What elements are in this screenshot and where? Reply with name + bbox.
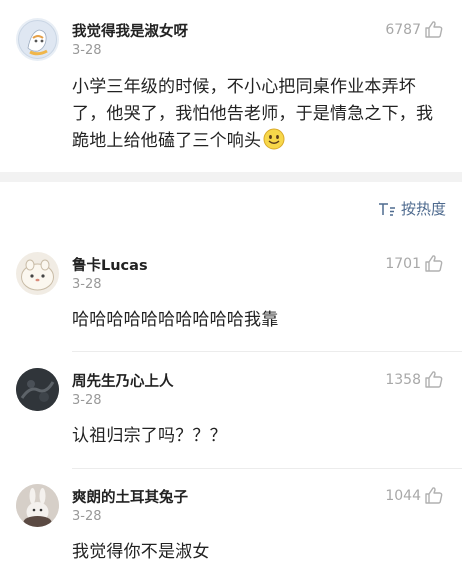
sort-icon xyxy=(378,202,395,216)
main-comment: 我觉得我是淑女呀 3-28 6787 小学三年级的时候，不小心把同桌作业本弄坏了… xyxy=(0,0,462,172)
avatar[interactable] xyxy=(16,368,59,411)
like-count: 1701 xyxy=(385,255,421,272)
avatar[interactable] xyxy=(16,18,59,61)
username[interactable]: 周先生乃心上人 xyxy=(72,370,174,391)
avatar-image xyxy=(16,368,59,411)
avatar[interactable] xyxy=(16,252,59,295)
avatar[interactable] xyxy=(16,484,59,527)
thumbs-up-icon xyxy=(425,487,443,504)
comment-text: 小学三年级的时候，不小心把同桌作业本弄坏了，他哭了，我怕他告老师，于是情急之下，… xyxy=(72,74,442,155)
thumbs-up-icon xyxy=(425,21,443,38)
avatar-image xyxy=(16,484,59,527)
comment-text: 我觉得你不是淑女 xyxy=(72,542,210,562)
sort-label: 按热度 xyxy=(400,200,446,218)
sort-bar: 按热度 xyxy=(0,182,462,234)
comment-date: 3-28 xyxy=(72,509,102,524)
like-count: 1044 xyxy=(385,487,421,504)
like-button[interactable]: 1044 xyxy=(385,486,444,505)
comment-text: 哈哈哈哈哈哈哈哈哈哈我靠 xyxy=(72,310,279,330)
comment-text: 认祖归宗了吗？？？ xyxy=(72,426,227,446)
avatar-image xyxy=(16,252,59,295)
comment-date: 3-28 xyxy=(72,393,102,408)
username[interactable]: 鲁卡Lucas xyxy=(72,254,148,275)
comment-body: 小学三年级的时候，不小心把同桌作业本弄坏了，他哭了，我怕他告老师，于是情急之下，… xyxy=(72,77,434,151)
reply-item: 周先生乃心上人 3-28 1358 认祖归宗了吗？？？ xyxy=(0,352,462,469)
sort-by-popularity-button[interactable]: 按热度 xyxy=(377,198,446,219)
smile-emoji-icon xyxy=(263,128,285,150)
thumbs-up-icon xyxy=(425,371,443,388)
username[interactable]: 爽朗的土耳其兔子 xyxy=(72,486,188,507)
avatar-image xyxy=(16,18,59,61)
reply-item: 鲁卡Lucas 3-28 1701 哈哈哈哈哈哈哈哈哈哈我靠 xyxy=(0,234,462,352)
like-count: 1358 xyxy=(385,371,421,388)
comment-date: 3-28 xyxy=(72,43,102,58)
like-button[interactable]: 6787 xyxy=(385,20,444,39)
username[interactable]: 我觉得我是淑女呀 xyxy=(72,20,188,41)
comment-date: 3-28 xyxy=(72,277,102,292)
reply-item: 爽朗的土耳其兔子 3-28 1044 我觉得你不是淑女 xyxy=(0,469,462,574)
like-button[interactable]: 1358 xyxy=(385,370,444,389)
like-button[interactable]: 1701 xyxy=(385,254,444,273)
thumbs-up-icon xyxy=(425,255,443,272)
like-count: 6787 xyxy=(385,21,421,38)
section-separator xyxy=(0,172,462,182)
